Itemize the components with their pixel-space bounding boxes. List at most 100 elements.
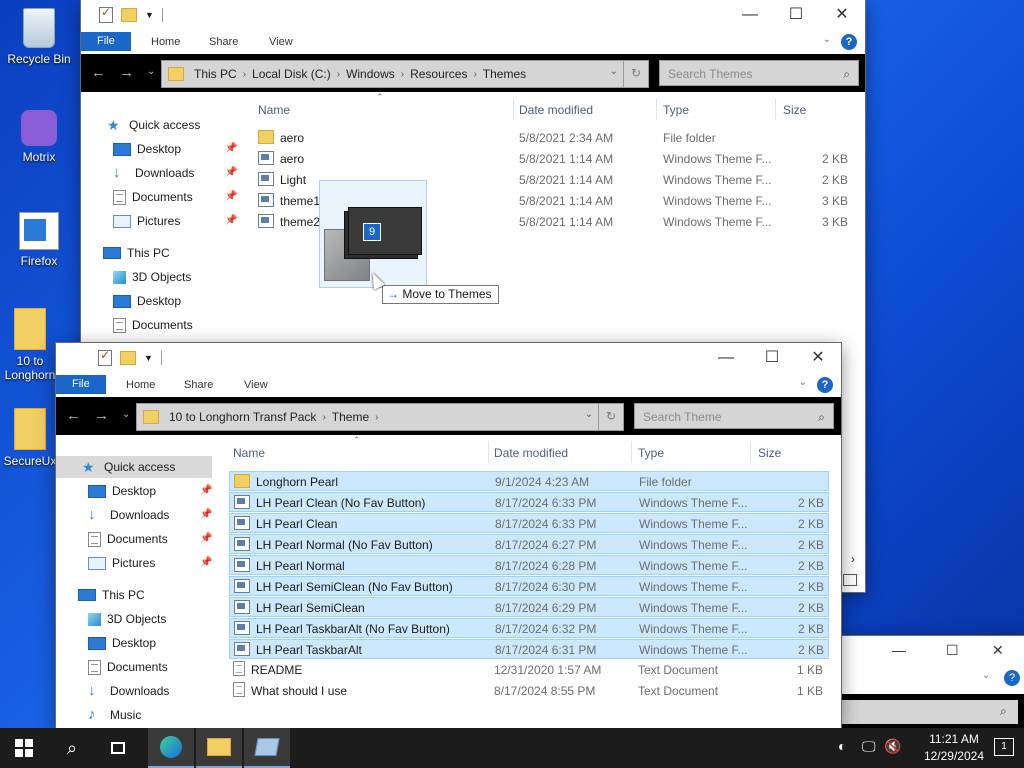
nav-downloads[interactable]: ↓ Downloads (88, 504, 169, 526)
chevron-right-icon[interactable]: › (375, 412, 378, 423)
file-row[interactable]: What should I use 8/17/2024 8:55 PM Text D… (229, 681, 829, 701)
nav-downloads[interactable]: ↓ Downloads (113, 162, 194, 184)
help-icon[interactable]: ? (1004, 670, 1020, 686)
column-header-name[interactable]: Name (233, 446, 265, 460)
volume-muted-icon[interactable]: 🔇 (884, 738, 901, 755)
scroll-right-icon[interactable]: › (851, 552, 855, 566)
breadcrumb-item[interactable]: Resources (410, 67, 467, 81)
refresh-button[interactable]: ↻ (623, 61, 648, 87)
tab-home[interactable]: Home (151, 36, 180, 48)
nav-this-pc[interactable]: This PC (103, 242, 170, 264)
nav-3d-objects[interactable]: 3D Objects (113, 266, 191, 288)
column-header-type[interactable]: Type (638, 446, 664, 460)
nav-documents[interactable]: Documents (113, 186, 193, 208)
search-button[interactable]: ⌕ (52, 728, 92, 768)
explorer-window-theme[interactable]: ▼ — ☐ ✕ File Home Share View ⌄ ? ← → ⌄ 1… (56, 343, 841, 728)
file-row[interactable]: Longhorn Pearl 9/1/2024 4:23 AM File folde… (229, 471, 829, 491)
nav-downloads-pc[interactable]: ↓ Downloads (88, 680, 169, 702)
file-row[interactable]: LH Pearl TaskbarAlt (No Fav Button) 8/17/… (229, 618, 829, 638)
recent-locations-button[interactable]: ⌄ (122, 409, 130, 420)
minimize-button[interactable]: — (703, 343, 749, 375)
file-row[interactable]: aero 5/8/2021 1:14 AM Windows Theme F... 2 … (254, 149, 854, 169)
notification-center-button[interactable]: 1 (994, 738, 1014, 756)
back-button[interactable]: ← (66, 407, 81, 424)
tab-file[interactable]: File (56, 375, 106, 394)
column-header-size[interactable]: Size (758, 446, 781, 460)
tab-view[interactable]: View (244, 379, 268, 391)
view-details-icon[interactable] (843, 574, 857, 586)
back-button[interactable]: ← (91, 64, 106, 81)
chevron-down-icon[interactable]: ⌄ (799, 377, 807, 388)
taskbar-app[interactable] (244, 728, 290, 768)
chevron-down-icon[interactable]: ⌄ (610, 66, 618, 77)
nav-documents-pc[interactable]: Documents (88, 656, 168, 678)
column-header-date[interactable]: Date modified (494, 446, 568, 460)
chevron-down-icon[interactable]: ▼ (145, 10, 154, 20)
nav-this-pc[interactable]: This PC (78, 584, 145, 606)
file-row[interactable]: aero 5/8/2021 2:34 AM File folder (254, 128, 854, 148)
nav-documents-pc[interactable]: Documents (113, 314, 193, 336)
nav-pictures[interactable]: Pictures (88, 552, 155, 574)
breadcrumb-item[interactable]: 10 to Longhorn Transf Pack (169, 410, 316, 424)
column-header-name[interactable]: Name (258, 103, 290, 117)
search-box[interactable]: ⌕ (840, 694, 1024, 728)
chevron-down-icon[interactable]: ⌄ (982, 670, 990, 681)
title-bar[interactable]: ▼ — ☐ ✕ (56, 343, 841, 375)
desktop-icon-firefox[interactable]: Firefox (4, 212, 74, 268)
close-button[interactable]: ✕ (992, 642, 1004, 659)
file-row[interactable]: README 12/31/2020 1:57 AM Text Document 1 K… (229, 660, 829, 680)
new-folder-icon[interactable] (121, 8, 137, 22)
chevron-right-icon[interactable]: › (473, 69, 476, 80)
breadcrumb-item[interactable]: Windows (346, 67, 395, 81)
desktop-icon-10-to-longhorn[interactable]: 10 to Longhorn (2, 308, 58, 382)
nav-desktop-pc[interactable]: Desktop (113, 290, 181, 312)
chevron-down-icon[interactable]: ▼ (144, 353, 153, 363)
chevron-right-icon[interactable]: › (243, 69, 246, 80)
close-button[interactable]: ✕ (795, 343, 841, 375)
breadcrumb-item[interactable]: Themes (483, 67, 526, 81)
tab-view[interactable]: View (269, 36, 293, 48)
taskbar-edge[interactable] (148, 728, 194, 768)
help-icon[interactable]: ? (841, 34, 857, 50)
file-row[interactable]: LH Pearl Normal (No Fav Button) 8/17/2024… (229, 534, 829, 554)
breadcrumb-item[interactable]: This PC (194, 67, 237, 81)
maximize-button[interactable]: ☐ (773, 0, 819, 32)
title-bar[interactable]: ▼ — ☐ ✕ (81, 0, 865, 32)
nav-desktop[interactable]: Desktop (88, 480, 156, 502)
column-header-type[interactable]: Type (663, 103, 689, 117)
taskbar-file-explorer[interactable] (196, 728, 242, 768)
tab-file[interactable]: File (81, 32, 131, 51)
properties-icon[interactable] (98, 348, 112, 366)
chevron-right-icon[interactable]: › (322, 412, 325, 423)
network-icon[interactable]: ◐ (838, 738, 846, 754)
address-bar[interactable]: 10 to Longhorn Transf Pack › Theme › ⌄ ↻ (136, 403, 624, 431)
breadcrumb-item[interactable]: Theme (332, 410, 369, 424)
start-button[interactable] (0, 728, 48, 768)
tab-share[interactable]: Share (209, 36, 238, 48)
desktop-icon-motrix[interactable]: Motrix (4, 110, 74, 164)
file-row[interactable]: LH Pearl Normal 8/17/2024 6:28 PM Windows … (229, 555, 829, 575)
chevron-right-icon[interactable]: › (401, 69, 404, 80)
nav-quick-access[interactable]: ★ Quick access (107, 114, 200, 136)
new-folder-icon[interactable] (120, 351, 136, 365)
recent-locations-button[interactable]: ⌄ (147, 66, 155, 77)
nav-desktop-pc[interactable]: Desktop (88, 632, 156, 654)
chevron-down-icon[interactable]: ⌄ (823, 34, 831, 45)
desktop-icon-secureux[interactable]: SecureUx (2, 408, 58, 468)
file-row[interactable]: LH Pearl SemiClean 8/17/2024 6:29 PM Windo… (229, 597, 829, 617)
forward-button[interactable]: → (94, 407, 109, 424)
nav-3d-objects[interactable]: 3D Objects (88, 608, 166, 630)
properties-icon[interactable] (99, 5, 113, 23)
maximize-button[interactable]: ☐ (946, 642, 959, 659)
forward-button[interactable]: → (119, 64, 134, 81)
nav-quick-access[interactable]: ★ Quick access (56, 456, 212, 478)
address-bar[interactable]: This PC › Local Disk (C:) › Windows › Resou… (161, 60, 649, 88)
close-button[interactable]: ✕ (819, 0, 865, 32)
file-row[interactable]: LH Pearl Clean 8/17/2024 6:33 PM Windows T… (229, 513, 829, 533)
nav-music[interactable]: ♪ Music (88, 704, 141, 726)
refresh-button[interactable]: ↻ (598, 404, 623, 430)
breadcrumb-item[interactable]: Local Disk (C:) (252, 67, 331, 81)
minimize-button[interactable]: — (727, 0, 773, 32)
maximize-button[interactable]: ☐ (749, 343, 795, 375)
search-input[interactable]: Search Themes ⌕ (659, 60, 859, 86)
